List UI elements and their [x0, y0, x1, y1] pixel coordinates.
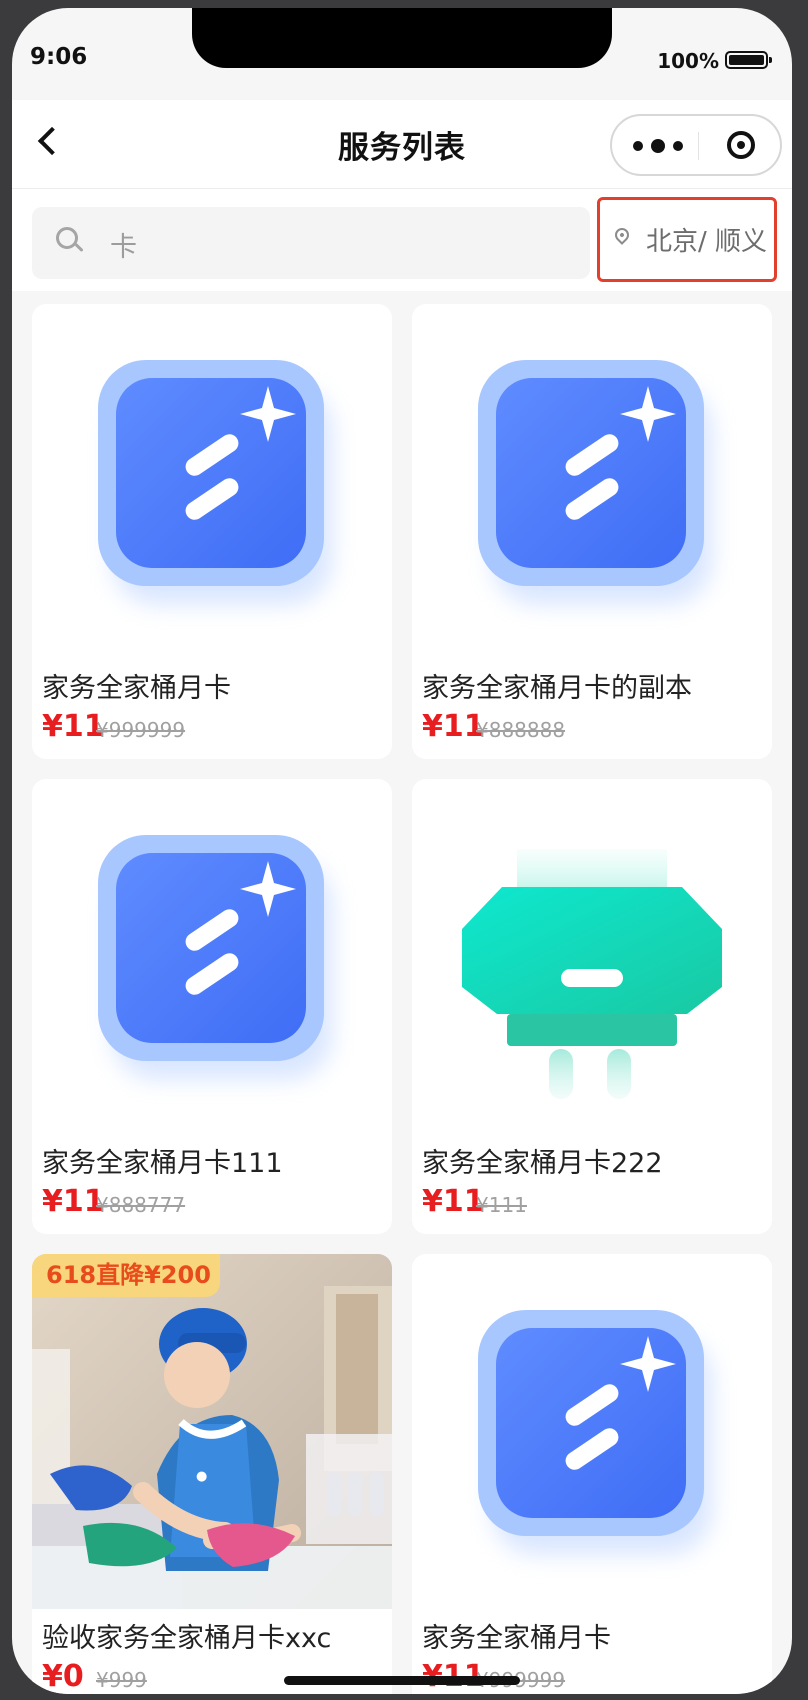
- svg-text:●: ●: [196, 1469, 207, 1484]
- blue-sparkle-app-icon: [412, 304, 772, 659]
- search-input[interactable]: 卡: [110, 225, 137, 264]
- battery-icon: [725, 51, 772, 69]
- phone-notch: [192, 8, 612, 68]
- close-target-icon[interactable]: [727, 131, 755, 159]
- navigation-bar: 服务列表: [12, 100, 792, 189]
- product-card[interactable]: 家务全家桶月卡 ¥11 ¥999999: [412, 1254, 772, 1694]
- status-time: 9:06: [30, 44, 88, 70]
- product-title: 家务全家桶月卡: [42, 673, 231, 704]
- location-selector[interactable]: 北京/ 顺义: [597, 197, 777, 282]
- product-title: 家务全家桶月卡: [422, 1623, 611, 1654]
- capsule-divider: [698, 132, 699, 160]
- blue-sparkle-app-icon: [32, 779, 392, 1134]
- product-title: 家务全家桶月卡111: [42, 1148, 283, 1179]
- product-title: 验收家务全家桶月卡xxc: [42, 1623, 332, 1654]
- location-pin-icon: [612, 225, 632, 245]
- search-input-box[interactable]: 卡: [32, 207, 590, 279]
- product-original-price: ¥999: [96, 1668, 147, 1692]
- product-grid: 家务全家桶月卡 ¥11 ¥999999 家务全家桶月卡的副本 ¥11 ¥8888…: [32, 304, 772, 1694]
- search-toolbar: 卡 北京/ 顺义: [12, 189, 792, 291]
- product-title: 家务全家桶月卡222: [422, 1148, 663, 1179]
- battery-percentage: 100%: [657, 49, 719, 73]
- blue-sparkle-app-icon: [32, 304, 392, 659]
- promo-badge: 618直降¥200: [32, 1254, 220, 1297]
- phone-frame: 9:06 100% 服务列表 卡 北京/ 顺义 家务全家桶月卡 ¥11 ¥999…: [12, 8, 792, 1694]
- mini-program-capsule: [610, 114, 782, 176]
- product-original-price: ¥111: [476, 1193, 527, 1217]
- product-card[interactable]: 家务全家桶月卡222 ¥11 ¥111: [412, 779, 772, 1234]
- product-original-price: ¥888888: [476, 718, 566, 742]
- product-title: 家务全家桶月卡的副本: [422, 673, 692, 704]
- location-label: 北京/ 顺义: [646, 227, 768, 257]
- product-card[interactable]: 618直降¥200 ● 验收家务全家桶月卡xxc ¥0 ¥999: [32, 1254, 392, 1694]
- product-card[interactable]: 家务全家桶月卡 ¥11 ¥999999: [32, 304, 392, 759]
- product-price: ¥0: [42, 1659, 84, 1694]
- blue-sparkle-app-icon: [412, 1254, 772, 1609]
- more-options-icon[interactable]: [633, 139, 687, 153]
- product-card[interactable]: 家务全家桶月卡的副本 ¥11 ¥888888: [412, 304, 772, 759]
- product-original-price: ¥888777: [96, 1193, 186, 1217]
- home-indicator: [284, 1676, 520, 1685]
- product-original-price: ¥999999: [96, 718, 186, 742]
- product-card[interactable]: 家务全家桶月卡111 ¥11 ¥888777: [32, 779, 392, 1234]
- search-icon: [56, 227, 78, 249]
- housekeeper-cleaning-photo: 618直降¥200 ●: [32, 1254, 392, 1609]
- teal-cleaning-device-icon: [412, 779, 772, 1134]
